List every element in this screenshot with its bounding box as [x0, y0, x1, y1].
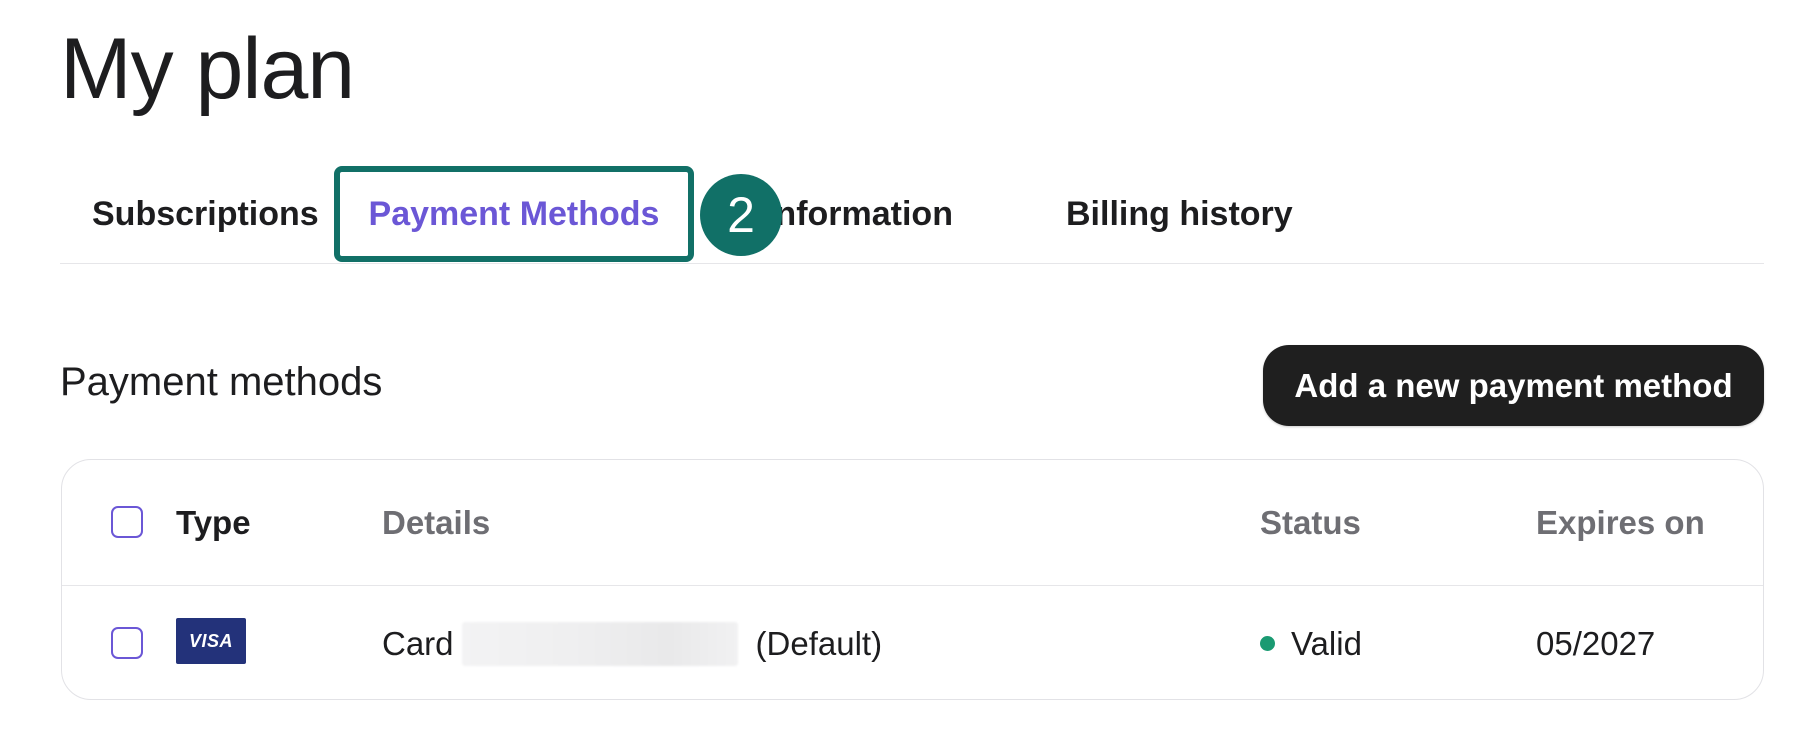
table-header: Type Details Status Expires on — [62, 460, 1763, 586]
visa-card-icon: VISA — [176, 618, 246, 664]
page-title: My plan — [60, 21, 355, 117]
card-details: Card (Default) — [382, 586, 883, 699]
card-status: Valid — [1260, 586, 1362, 699]
section-title: Payment methods — [60, 360, 383, 404]
column-header-details: Details — [382, 503, 491, 541]
select-all-checkbox[interactable] — [111, 506, 143, 538]
plan-tabs: Subscriptions Payment Methods ng informa… — [60, 164, 1764, 264]
column-header-expires-on: Expires on — [1536, 503, 1705, 541]
tab-payment-methods[interactable]: Payment Methods — [334, 166, 694, 262]
add-payment-method-button[interactable]: Add a new payment method — [1263, 345, 1764, 426]
card-expiry: 05/2027 — [1536, 624, 1656, 662]
payment-methods-table: Type Details Status Expires on VISA Card… — [61, 459, 1764, 700]
column-header-type: Type — [176, 503, 251, 541]
tab-subscriptions[interactable]: Subscriptions — [92, 164, 319, 264]
table-row[interactable]: VISA Card (Default) Valid 05/2027 — [62, 586, 1763, 699]
status-text: Valid — [1291, 624, 1362, 662]
my-plan-page: My plan Subscriptions Payment Methods ng… — [0, 0, 1818, 734]
row-checkbox[interactable] — [111, 627, 143, 659]
card-label: Card — [382, 624, 454, 662]
column-header-status: Status — [1260, 503, 1361, 541]
tab-billing-history[interactable]: Billing history — [1066, 164, 1293, 264]
masked-card-number — [461, 621, 738, 666]
default-label: (Default) — [755, 624, 883, 662]
step-number-badge: 2 — [700, 174, 782, 256]
status-dot-icon — [1260, 636, 1275, 651]
